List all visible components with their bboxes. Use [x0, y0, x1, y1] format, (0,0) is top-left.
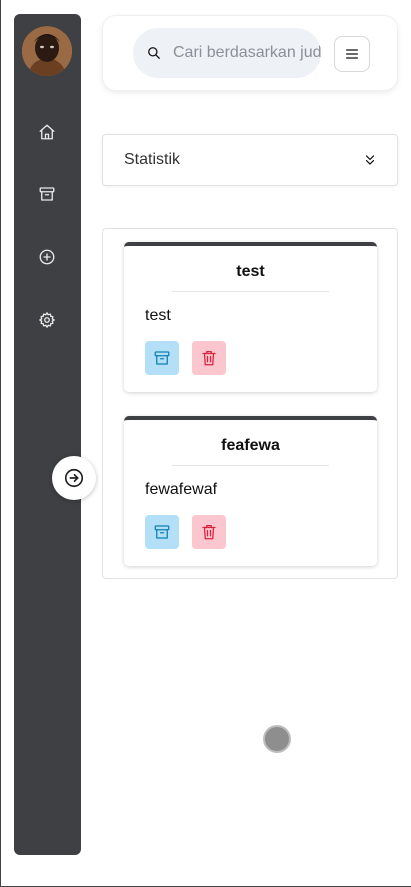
- hamburger-icon: [346, 49, 358, 59]
- notes-list: test test feafewa fewafewaf: [102, 228, 398, 579]
- menu-button[interactable]: [334, 36, 370, 72]
- note-card: feafewa fewafewaf: [124, 416, 377, 566]
- arrow-right-circle-icon: [64, 468, 84, 488]
- trash-icon: [202, 350, 216, 366]
- note-card: test test: [124, 242, 377, 392]
- home-icon: [39, 124, 55, 140]
- trash-icon: [202, 524, 216, 540]
- archive-note-button[interactable]: [145, 515, 179, 549]
- search-input[interactable]: [173, 44, 321, 62]
- sidebar-item-home[interactable]: [35, 120, 59, 144]
- search-icon: [148, 47, 160, 59]
- search-box: [133, 28, 321, 78]
- avatar[interactable]: [22, 26, 72, 76]
- delete-note-button[interactable]: [192, 341, 226, 375]
- note-title: test: [236, 263, 265, 280]
- top-bar: [102, 15, 398, 91]
- sidebar-item-add[interactable]: [35, 245, 59, 269]
- avatar-image: [22, 26, 72, 76]
- delete-note-button[interactable]: [192, 515, 226, 549]
- gear-icon: [39, 312, 55, 328]
- archive-note-button[interactable]: [145, 341, 179, 375]
- statistics-label: Statistik: [124, 151, 181, 168]
- note-title: feafewa: [221, 437, 280, 454]
- note-body: test: [145, 307, 171, 324]
- sidebar-item-settings[interactable]: [35, 308, 59, 332]
- sidebar: [14, 14, 81, 855]
- chevrons-down-icon: [365, 155, 375, 165]
- divider: [172, 465, 329, 466]
- archive-icon: [39, 187, 55, 201]
- plus-circle-icon: [39, 249, 55, 265]
- sidebar-toggle-button[interactable]: [52, 456, 96, 500]
- archive-icon: [154, 351, 170, 365]
- divider: [172, 291, 329, 292]
- sidebar-item-archive[interactable]: [35, 182, 59, 206]
- statistics-dropdown[interactable]: Statistik: [102, 134, 398, 186]
- note-body: fewafewaf: [145, 481, 218, 498]
- cursor-indicator: [263, 725, 291, 753]
- archive-icon: [154, 525, 170, 539]
